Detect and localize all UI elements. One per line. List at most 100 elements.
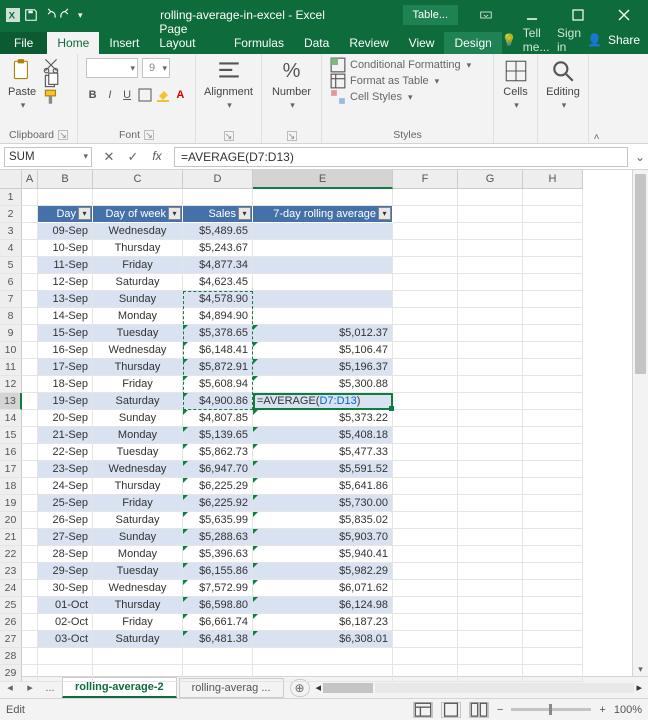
cell[interactable]: $5,378.65 — [183, 325, 253, 342]
dialog-launcher-icon[interactable]: ↘ — [144, 130, 154, 140]
tab-review[interactable]: Review — [339, 32, 398, 54]
row-header[interactable]: 3 — [0, 223, 22, 240]
cell[interactable] — [393, 444, 458, 461]
filter-dropdown-icon[interactable]: ▾ — [378, 207, 391, 220]
zoom-level[interactable]: 100% — [614, 704, 642, 716]
cell[interactable]: $5,903.70 — [253, 529, 393, 546]
row-header[interactable]: 19 — [0, 495, 22, 512]
italic-button[interactable]: I — [103, 86, 116, 104]
undo-icon[interactable] — [42, 8, 56, 22]
cell[interactable]: 03-Oct — [38, 631, 93, 648]
row-header[interactable]: 15 — [0, 427, 22, 444]
filter-dropdown-icon[interactable]: ▾ — [168, 207, 181, 220]
cell[interactable]: Sales▾ — [183, 206, 253, 223]
cell[interactable] — [393, 614, 458, 631]
cell[interactable]: 12-Sep — [38, 274, 93, 291]
cell[interactable] — [393, 257, 458, 274]
cell[interactable]: $5,872.91 — [183, 359, 253, 376]
tab-page-layout[interactable]: Page Layout — [149, 18, 224, 54]
tab-data[interactable]: Data — [294, 32, 339, 54]
row-header[interactable]: 16 — [0, 444, 22, 461]
cell[interactable] — [22, 461, 38, 478]
copy-icon[interactable] — [42, 74, 60, 88]
cell[interactable]: 10-Sep — [38, 240, 93, 257]
column-header-A[interactable]: A — [22, 170, 38, 189]
cell[interactable] — [458, 359, 523, 376]
cell[interactable]: 01-Oct — [38, 597, 93, 614]
close-button[interactable] — [604, 1, 644, 29]
sheet-nav-prev-icon[interactable]: ◂ — [0, 681, 20, 694]
tab-formulas[interactable]: Formulas — [224, 32, 294, 54]
cell[interactable] — [253, 189, 393, 206]
row-header[interactable]: 6 — [0, 274, 22, 291]
font-size-combo[interactable]: 9 — [142, 58, 170, 78]
dialog-launcher-icon[interactable]: ↘ — [224, 131, 234, 141]
cell[interactable] — [523, 461, 583, 478]
cell[interactable]: 23-Sep — [38, 461, 93, 478]
cell[interactable] — [393, 597, 458, 614]
cell[interactable] — [523, 665, 583, 682]
cell[interactable] — [523, 427, 583, 444]
cell[interactable] — [393, 648, 458, 665]
cell[interactable] — [393, 665, 458, 682]
cell[interactable] — [22, 240, 38, 257]
cell[interactable] — [458, 410, 523, 427]
cell[interactable]: 17-Sep — [38, 359, 93, 376]
row-header[interactable]: 9 — [0, 325, 22, 342]
cell[interactable] — [22, 665, 38, 682]
cell[interactable] — [458, 512, 523, 529]
cell[interactable] — [458, 563, 523, 580]
cell[interactable] — [393, 580, 458, 597]
underline-button[interactable]: U — [121, 86, 134, 104]
filter-dropdown-icon[interactable]: ▾ — [238, 207, 251, 220]
cell[interactable] — [523, 597, 583, 614]
editing-button[interactable]: Editing▾ — [546, 58, 580, 111]
minimize-button[interactable] — [512, 1, 552, 29]
cells-button[interactable]: Cells▾ — [502, 58, 529, 111]
cell[interactable]: $5,106.47 — [253, 342, 393, 359]
cell[interactable] — [458, 461, 523, 478]
cell[interactable] — [393, 189, 458, 206]
redo-icon[interactable] — [60, 8, 74, 22]
save-icon[interactable] — [24, 8, 38, 22]
cell[interactable] — [393, 206, 458, 223]
cell[interactable]: $4,807.85 — [183, 410, 253, 427]
cell[interactable] — [523, 546, 583, 563]
cell[interactable]: $5,243.67 — [183, 240, 253, 257]
cell[interactable] — [458, 206, 523, 223]
cancel-formula-icon[interactable]: ✕ — [100, 149, 118, 165]
cell[interactable]: 11-Sep — [38, 257, 93, 274]
column-header-C[interactable]: C — [93, 170, 183, 189]
cell[interactable] — [93, 648, 183, 665]
cell[interactable] — [253, 257, 393, 274]
cell[interactable]: Sunday — [93, 529, 183, 546]
cell[interactable] — [458, 580, 523, 597]
cell[interactable]: $5,300.88 — [253, 376, 393, 393]
cell[interactable]: Sunday — [93, 291, 183, 308]
cell[interactable] — [458, 257, 523, 274]
cell[interactable] — [458, 308, 523, 325]
cell[interactable] — [393, 478, 458, 495]
cell[interactable] — [393, 342, 458, 359]
cell[interactable] — [458, 495, 523, 512]
cell[interactable] — [253, 223, 393, 240]
cell[interactable] — [22, 206, 38, 223]
table-tools-tab[interactable]: Table... — [403, 5, 458, 25]
cell[interactable] — [22, 189, 38, 206]
cell[interactable] — [523, 512, 583, 529]
cell[interactable] — [183, 189, 253, 206]
cell[interactable]: $5,489.65 — [183, 223, 253, 240]
cell[interactable] — [22, 631, 38, 648]
cell-styles-button[interactable]: Cell Styles▾ — [330, 90, 485, 104]
cell[interactable]: 20-Sep — [38, 410, 93, 427]
cell[interactable] — [22, 410, 38, 427]
cell[interactable] — [458, 648, 523, 665]
cell[interactable] — [93, 189, 183, 206]
row-header[interactable]: 21 — [0, 529, 22, 546]
expand-formula-bar-icon[interactable]: ⌄ — [632, 150, 648, 164]
cell[interactable]: $5,139.65 — [183, 427, 253, 444]
cell[interactable]: $6,225.29 — [183, 478, 253, 495]
cell[interactable]: Friday — [93, 495, 183, 512]
cell[interactable] — [523, 291, 583, 308]
cell[interactable] — [22, 291, 38, 308]
